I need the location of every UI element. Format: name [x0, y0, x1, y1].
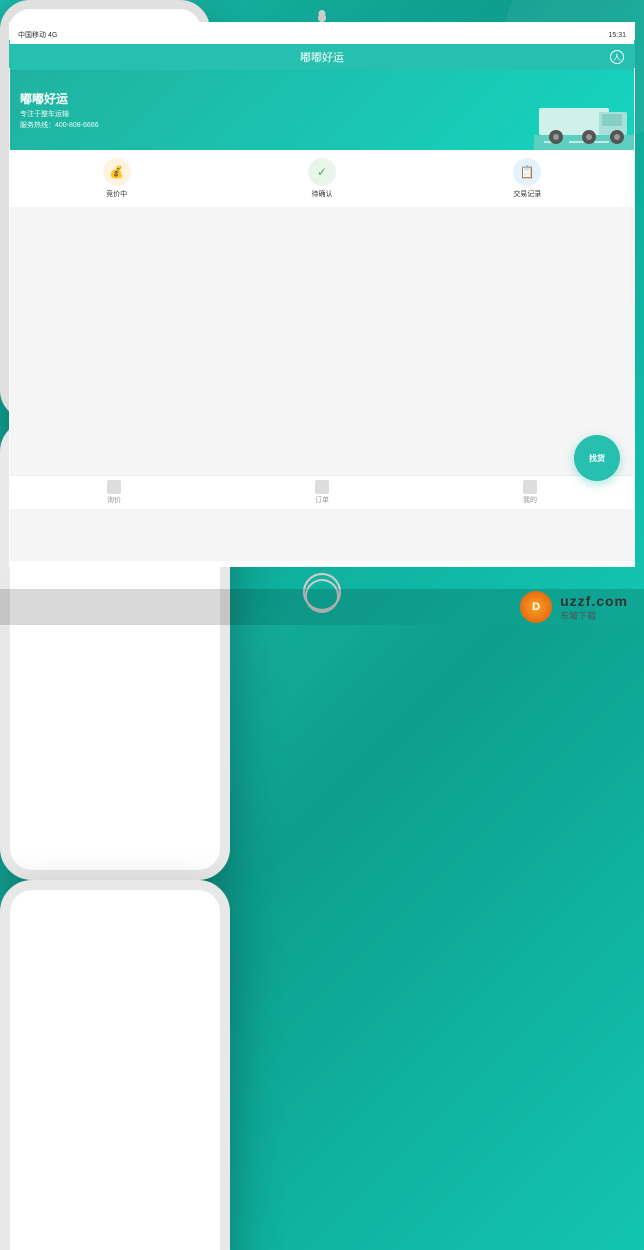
nav3-inquiry-label: 询价	[107, 495, 121, 505]
confirm-label: 待确认	[311, 189, 332, 199]
phone3-time: 15:31	[608, 32, 626, 39]
phone3-carrier: 中国移动 4G	[18, 30, 57, 40]
phone3-banner: 嘟嘟好运 专注于整车运输 服务热线：400-808-6666	[10, 70, 634, 150]
nav3-order-icon	[315, 480, 329, 494]
hotline-number: 400-808-6666	[55, 122, 99, 129]
phone3-icons-row: 💰 竞价中 ✓ 待确认 📋 交易记录	[10, 150, 634, 207]
phone3-screen: 中国移动 4G 15:31 嘟嘟好运 人 嘟嘟好运 专注于整车运输 服务热线：4…	[10, 26, 634, 561]
banner-title: 嘟嘟好运	[20, 90, 99, 107]
record-label: 交易记录	[513, 189, 541, 199]
nav3-inquiry[interactable]: 询价	[10, 476, 218, 509]
icon-bid[interactable]: 💰 竞价中	[103, 158, 131, 199]
nav3-order-label: 订单	[315, 495, 329, 505]
watermark-text-block: uzzf.com 东坡下载	[560, 593, 628, 622]
banner-tagline: 专注于整车运输	[20, 109, 99, 119]
watermark-logo: D	[520, 591, 552, 623]
phone3-statusbar: 中国移动 4G 15:31	[10, 26, 634, 44]
banner-hotline: 服务热线：400-808-6666	[20, 120, 99, 130]
user-icon[interactable]: 人	[610, 50, 624, 64]
find-goods-btn[interactable]: 找货	[574, 435, 620, 481]
phone-home: 中国移动 4G 15:31 嘟嘟好运 人 嘟嘟好运 专注于整车运输 服务热线：4…	[0, 880, 230, 1250]
nav3-mine-icon	[523, 480, 537, 494]
watermark-sub: 东坡下载	[560, 609, 628, 622]
record-icon-circle: 📋	[513, 158, 541, 186]
bid-label: 竞价中	[106, 189, 127, 199]
phone3-bottom-nav: 询价 订单 我的	[10, 475, 634, 509]
hotline-label: 服务热线：	[20, 122, 55, 129]
nav3-mine-label: 我的	[523, 495, 537, 505]
nav3-mine[interactable]: 我的	[426, 476, 634, 509]
nav3-order[interactable]: 订单	[218, 476, 426, 509]
phone3-content-area	[10, 207, 634, 267]
phone3-banner-text-block: 嘟嘟好运 专注于整车运输 服务热线：400-808-6666	[20, 90, 99, 130]
icon-record[interactable]: 📋 交易记录	[513, 158, 541, 199]
icon-confirm[interactable]: ✓ 待确认	[308, 158, 336, 199]
phone3-header-title: 嘟嘟好运	[300, 49, 344, 65]
truck-illustration	[534, 80, 634, 150]
phone3-header: 嘟嘟好运 人	[10, 44, 634, 70]
camera-dot-1	[319, 10, 326, 17]
confirm-icon-circle: ✓	[308, 158, 336, 186]
nav3-inquiry-icon	[107, 480, 121, 494]
watermark-site: uzzf.com	[560, 593, 628, 609]
bottom-watermark-bar: D uzzf.com 东坡下载	[0, 589, 644, 625]
bid-icon-circle: 💰	[103, 158, 131, 186]
